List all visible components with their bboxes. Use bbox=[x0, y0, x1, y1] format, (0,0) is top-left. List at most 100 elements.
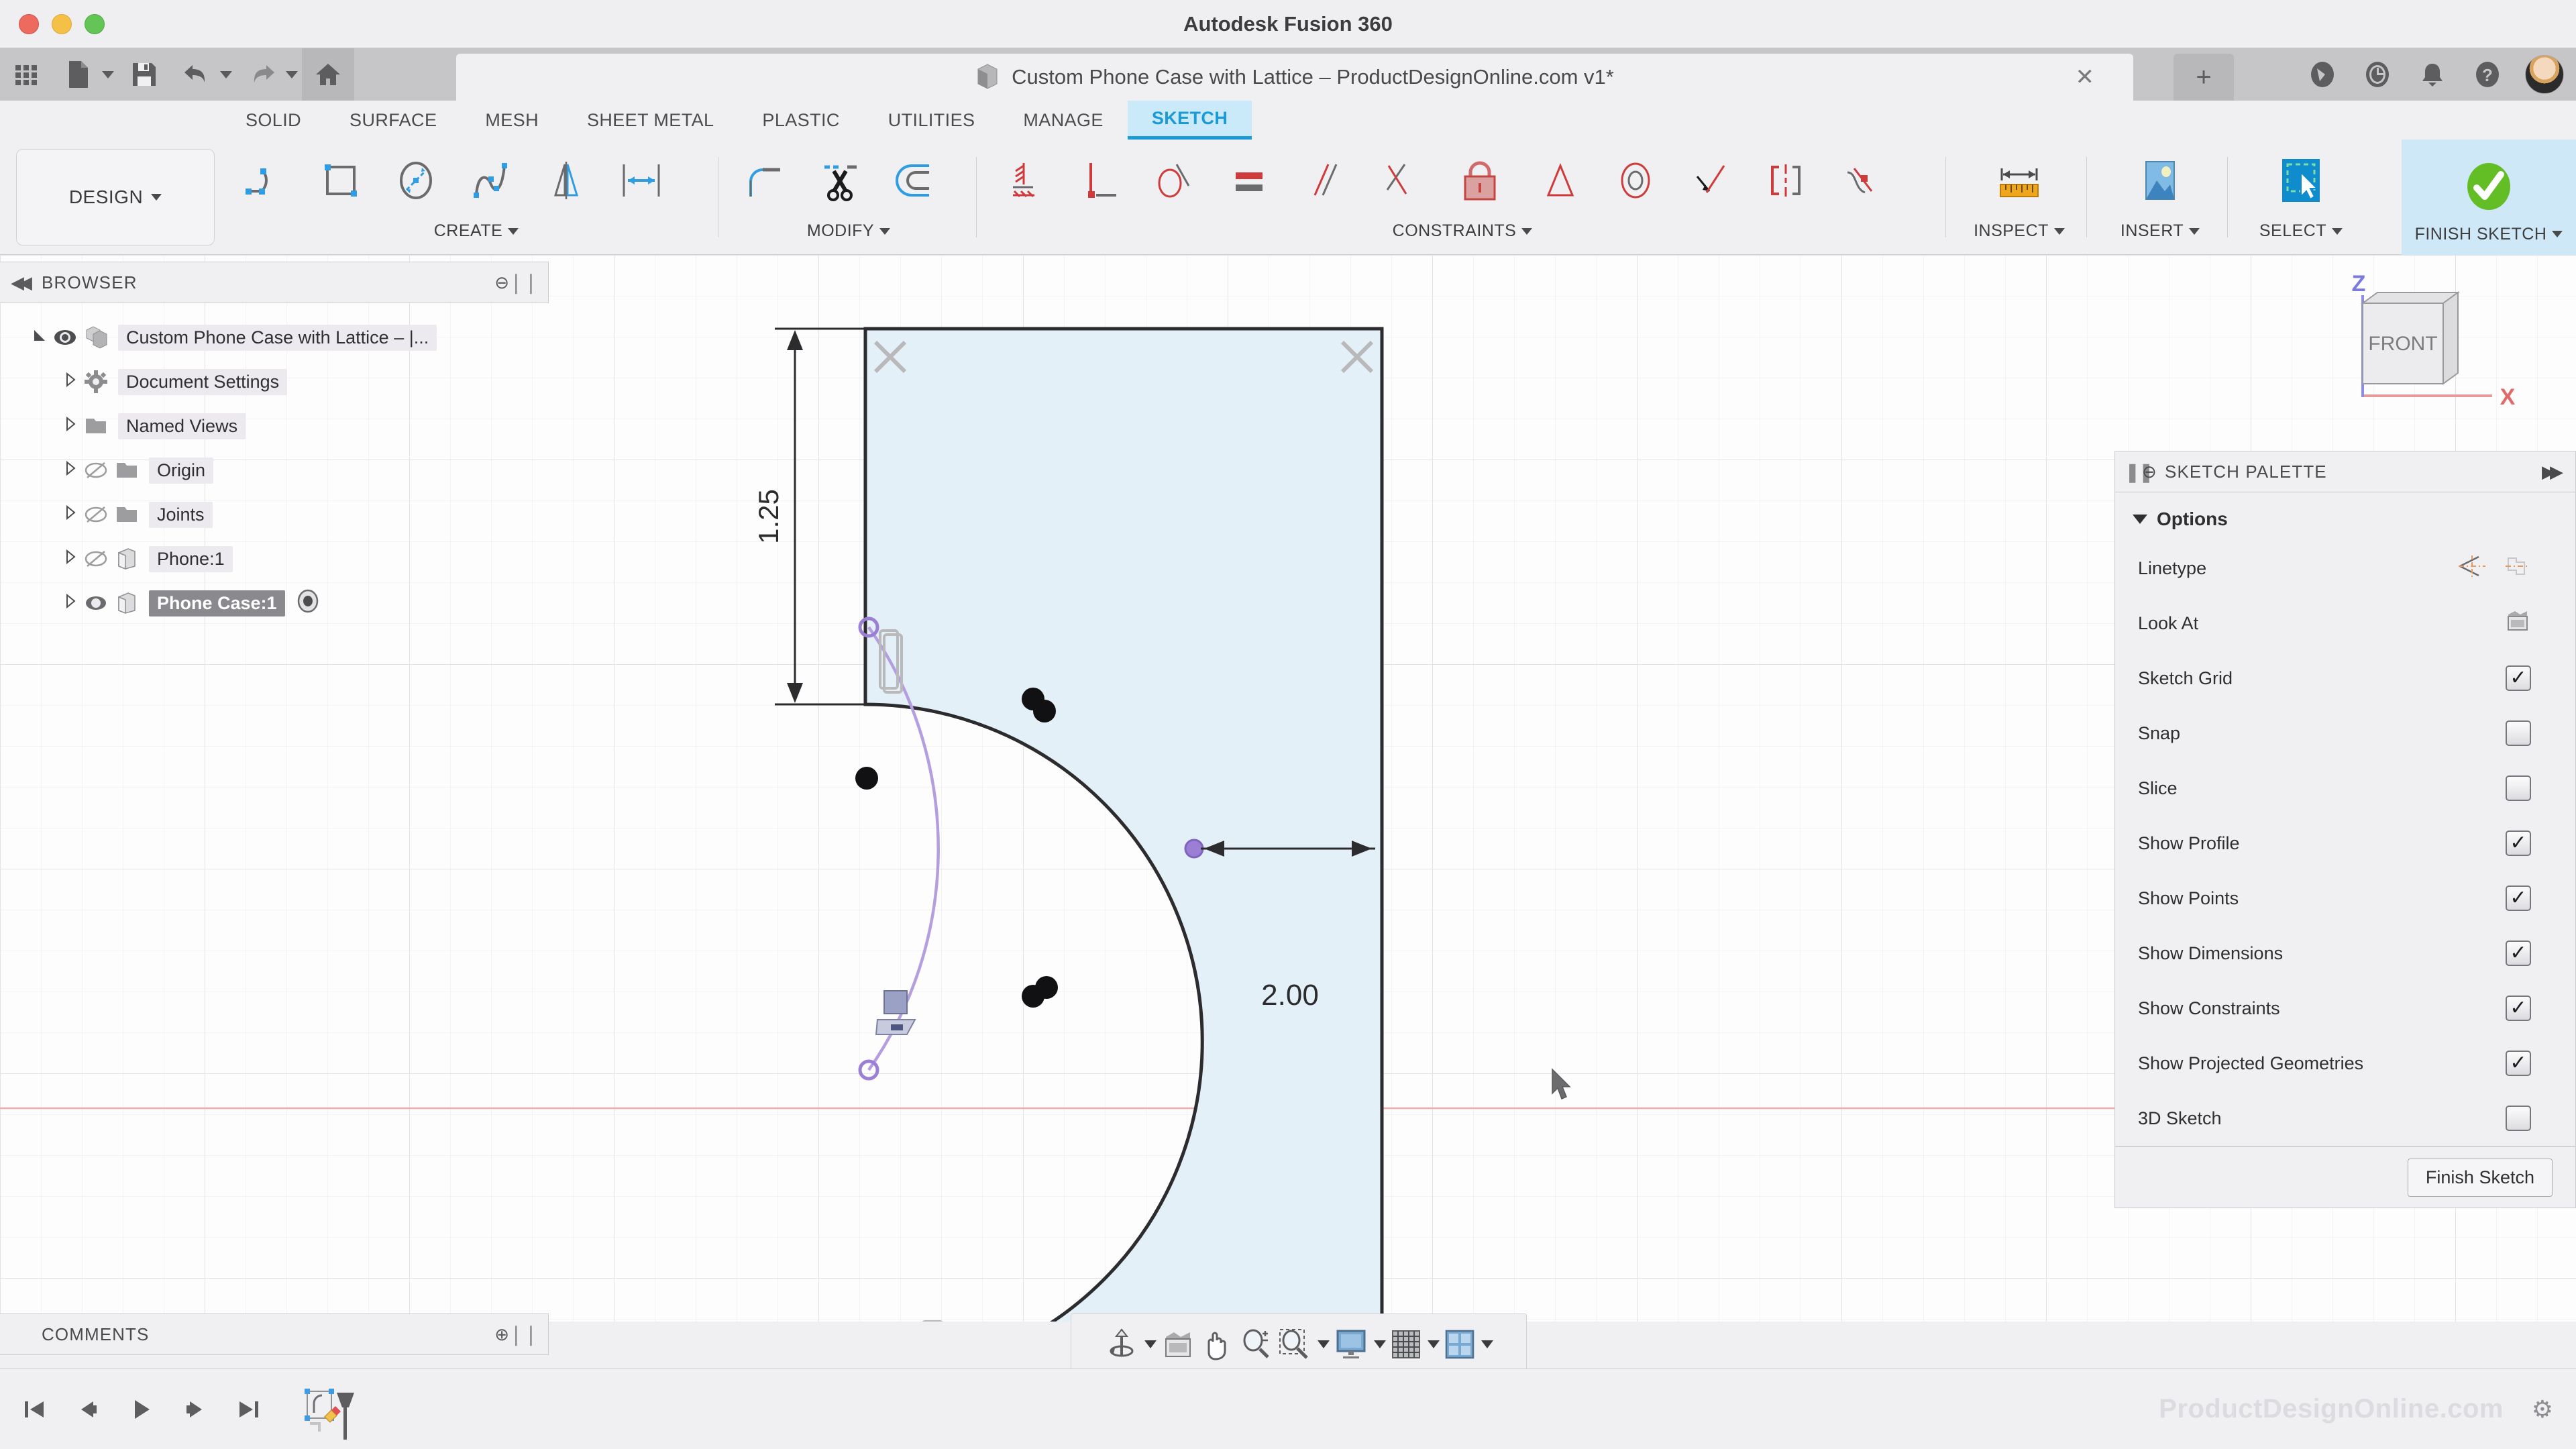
help-icon[interactable]: ? bbox=[2470, 57, 2505, 92]
mirror-tool[interactable] bbox=[529, 145, 604, 216]
step-back-button[interactable] bbox=[68, 1390, 107, 1429]
chevron-down-icon[interactable] bbox=[1481, 1340, 1493, 1348]
go-to-end-button[interactable] bbox=[229, 1390, 268, 1429]
equal-constraint[interactable] bbox=[1212, 145, 1287, 216]
show-projected-geometries-checkbox[interactable]: ✓ bbox=[2506, 1051, 2531, 1076]
ribbon-group-insert-label[interactable]: INSERT bbox=[2093, 221, 2227, 241]
coincident-constraint[interactable] bbox=[986, 145, 1061, 216]
tree-item-named-views[interactable]: Named Views bbox=[0, 404, 549, 448]
step-forward-button[interactable] bbox=[176, 1390, 215, 1429]
finish-sketch-label[interactable]: FINISH SKETCH bbox=[2402, 225, 2576, 244]
select-tool[interactable] bbox=[2263, 145, 2339, 216]
sketch-dimension-tool[interactable] bbox=[604, 145, 679, 216]
tab-sheet-metal[interactable]: SHEET METAL bbox=[563, 101, 738, 140]
redo-button[interactable] bbox=[236, 48, 288, 101]
timeline-sketch-feature[interactable] bbox=[295, 1379, 356, 1440]
expand-arrow-icon[interactable] bbox=[60, 416, 80, 435]
fillet-tool[interactable] bbox=[728, 145, 803, 216]
insert-canvas-tool[interactable] bbox=[2123, 145, 2198, 216]
document-tab[interactable]: Custom Phone Case with Lattice – Product… bbox=[456, 54, 2133, 101]
home-button[interactable] bbox=[302, 48, 354, 101]
line-tool[interactable] bbox=[228, 145, 303, 216]
undo-button[interactable] bbox=[170, 48, 223, 101]
browser-settings-icon[interactable]: ⊖ bbox=[494, 272, 509, 293]
three-d-sketch-checkbox[interactable] bbox=[2506, 1106, 2531, 1131]
finish-sketch-group[interactable]: FINISH SKETCH bbox=[2402, 140, 2576, 255]
tab-mesh[interactable]: MESH bbox=[461, 101, 563, 140]
new-tab-button[interactable]: + bbox=[2174, 54, 2234, 101]
linetype-centerline-button[interactable] bbox=[2504, 554, 2531, 583]
expand-arrow-icon[interactable] bbox=[60, 549, 80, 568]
zoom-tool[interactable] bbox=[1238, 1327, 1273, 1362]
visibility-eye-icon[interactable] bbox=[80, 594, 111, 612]
collinear-constraint[interactable] bbox=[1061, 145, 1136, 216]
ribbon-group-select-label[interactable]: SELECT bbox=[2234, 221, 2368, 241]
expand-arrow-icon[interactable] bbox=[60, 372, 80, 391]
tree-item-phone-case[interactable]: Phone Case:1 bbox=[0, 581, 549, 625]
finish-sketch-tool[interactable] bbox=[2451, 151, 2526, 222]
workspace-switcher[interactable]: DESIGN bbox=[16, 149, 215, 246]
linetype-construction-button[interactable] bbox=[2457, 554, 2487, 583]
spline-tool[interactable] bbox=[453, 145, 529, 216]
expand-arrow-icon[interactable] bbox=[60, 593, 80, 612]
fit-tool[interactable] bbox=[1277, 1327, 1330, 1362]
go-to-beginning-button[interactable] bbox=[15, 1390, 54, 1429]
display-settings-tool[interactable] bbox=[1334, 1328, 1386, 1360]
chevron-down-icon[interactable] bbox=[1428, 1340, 1440, 1348]
new-file-caret-icon[interactable] bbox=[102, 70, 114, 78]
expand-arrow-icon[interactable] bbox=[60, 460, 80, 480]
concentric-constraint[interactable] bbox=[1598, 145, 1673, 216]
show-dimensions-checkbox[interactable]: ✓ bbox=[2506, 941, 2531, 966]
browser-grip-icon[interactable]: ❘❘ bbox=[508, 271, 539, 294]
job-status-clock-icon[interactable] bbox=[2360, 57, 2395, 92]
close-icon[interactable]: ✕ bbox=[2076, 64, 2095, 91]
orbit-tool[interactable] bbox=[1104, 1327, 1157, 1362]
palette-expand-icon[interactable]: ▶▶ bbox=[2542, 462, 2563, 482]
collapse-panel-icon[interactable]: ◀◀ bbox=[11, 272, 32, 293]
tab-utilities[interactable]: UTILITIES bbox=[864, 101, 1000, 140]
look-at-button[interactable] bbox=[2504, 609, 2531, 638]
tangent-constraint[interactable] bbox=[1136, 145, 1212, 216]
finish-sketch-button[interactable]: Finish Sketch bbox=[2407, 1158, 2553, 1197]
options-section-header[interactable]: Options bbox=[2115, 504, 2575, 541]
snap-checkbox[interactable] bbox=[2506, 720, 2531, 746]
tree-item-document-settings[interactable]: Document Settings bbox=[0, 360, 549, 404]
grid-snaps-tool[interactable] bbox=[1390, 1328, 1440, 1360]
tree-item-joints[interactable]: Joints bbox=[0, 492, 549, 537]
midpoint-constraint[interactable] bbox=[1523, 145, 1598, 216]
tree-item-root[interactable]: Custom Phone Case with Lattice – |... bbox=[0, 315, 549, 360]
extensions-icon[interactable] bbox=[2305, 57, 2340, 92]
palette-collapse-icon[interactable]: ⊖ bbox=[2142, 462, 2157, 482]
tab-solid[interactable]: SOLID bbox=[221, 101, 325, 140]
perpendicular-constraint[interactable] bbox=[1362, 145, 1437, 216]
gear-icon[interactable]: ⚙ bbox=[2532, 1395, 2553, 1424]
comments-grip-icon[interactable]: ❘❘ bbox=[508, 1323, 539, 1346]
tree-item-origin[interactable]: Origin bbox=[0, 448, 549, 492]
play-button[interactable] bbox=[122, 1390, 161, 1429]
show-points-checkbox[interactable]: ✓ bbox=[2506, 885, 2531, 911]
tree-item-phone[interactable]: Phone:1 bbox=[0, 537, 549, 581]
circle-tool[interactable] bbox=[378, 145, 453, 216]
rectangle-tool[interactable] bbox=[303, 145, 378, 216]
symmetry-constraint[interactable] bbox=[1748, 145, 1823, 216]
undo-caret-icon[interactable] bbox=[220, 70, 232, 78]
tab-manage[interactable]: MANAGE bbox=[999, 101, 1127, 140]
sketch-grid-checkbox[interactable]: ✓ bbox=[2506, 665, 2531, 691]
chevron-down-icon[interactable] bbox=[1144, 1340, 1157, 1348]
visibility-hidden-icon[interactable] bbox=[80, 550, 111, 568]
ribbon-group-create-label[interactable]: CREATE bbox=[228, 221, 724, 241]
visibility-hidden-icon[interactable] bbox=[80, 462, 111, 479]
ribbon-group-modify-label[interactable]: MODIFY bbox=[728, 221, 969, 241]
notifications-bell-icon[interactable] bbox=[2415, 57, 2450, 92]
account-avatar[interactable] bbox=[2525, 55, 2564, 94]
slice-checkbox[interactable] bbox=[2506, 775, 2531, 801]
fix-unfix-constraint[interactable] bbox=[1437, 145, 1523, 216]
view-cube[interactable]: FRONT Z X bbox=[2334, 271, 2536, 429]
visibility-hidden-icon[interactable] bbox=[80, 506, 111, 523]
show-profile-checkbox[interactable]: ✓ bbox=[2506, 830, 2531, 856]
measure-tool[interactable] bbox=[1982, 145, 2057, 216]
ribbon-group-constraints-label[interactable]: CONSTRAINTS bbox=[986, 221, 1939, 241]
show-constraints-checkbox[interactable]: ✓ bbox=[2506, 996, 2531, 1021]
chevron-down-icon[interactable] bbox=[1374, 1340, 1386, 1348]
parallel-constraint[interactable] bbox=[1287, 145, 1362, 216]
